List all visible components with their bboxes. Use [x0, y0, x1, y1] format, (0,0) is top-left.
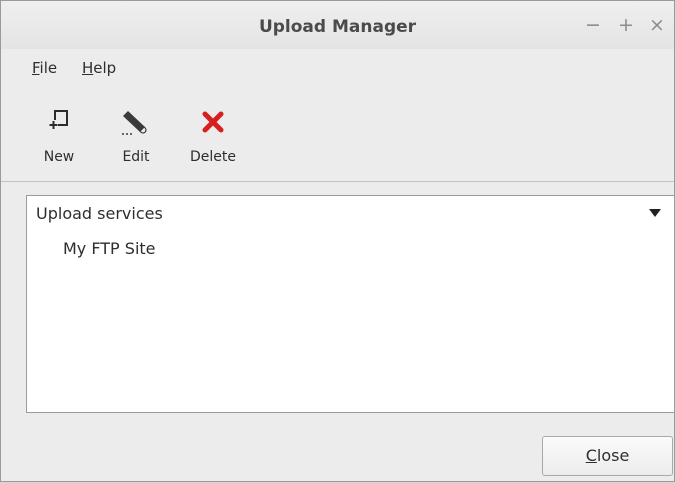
close-mnemonic: C — [585, 446, 597, 465]
title-bar[interactable]: Upload Manager − + × — [1, 1, 674, 49]
new-label: New — [43, 149, 75, 165]
menu-file-mnemonic: F — [32, 59, 40, 77]
menu-file-label: ile — [39, 59, 58, 77]
dropdown-arrow-icon — [649, 209, 661, 217]
red-x-icon — [179, 107, 247, 135]
delete-label: Delete — [190, 149, 236, 165]
edit-label: Edit — [122, 149, 150, 165]
menu-help-label: elp — [93, 59, 117, 77]
menu-bar: File Help — [1, 49, 674, 89]
list-item[interactable]: My FTP Site — [63, 239, 156, 258]
toolbar: New Edit Delete — [1, 97, 674, 177]
maximize-button[interactable]: + — [616, 15, 636, 35]
close-button[interactable]: Close — [542, 436, 673, 476]
dropdown-selected-value: Upload services — [36, 204, 163, 223]
pencil-icon — [111, 107, 161, 135]
menu-file[interactable]: File — [29, 57, 60, 79]
delete-button[interactable]: Delete — [179, 103, 247, 169]
new-button[interactable]: New — [33, 103, 85, 169]
new-document-icon — [33, 107, 85, 135]
close-window-button[interactable]: × — [647, 15, 667, 35]
upload-services-dropdown[interactable]: Upload services — [26, 195, 674, 231]
edit-button[interactable]: Edit — [111, 103, 161, 169]
toolbar-divider — [1, 181, 674, 182]
upload-services-list[interactable]: My FTP Site — [26, 230, 674, 413]
window-title: Upload Manager — [258, 17, 417, 37]
menu-help[interactable]: Help — [79, 57, 119, 79]
close-label: lose — [596, 446, 630, 465]
upload-manager-window: Upload Manager − + × File Help New Edit … — [0, 0, 675, 482]
menu-help-mnemonic: H — [82, 59, 94, 77]
minimize-button[interactable]: − — [583, 15, 603, 35]
